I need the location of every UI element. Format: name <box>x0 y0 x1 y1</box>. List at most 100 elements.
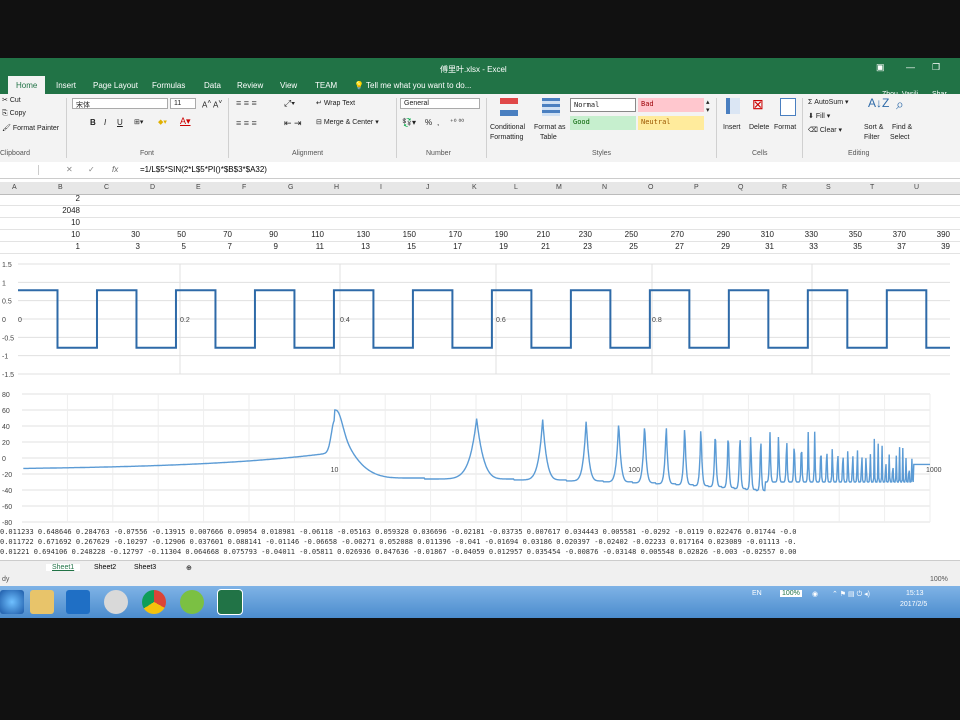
conditional-formatting-icon[interactable] <box>500 98 518 116</box>
bold-button[interactable]: B <box>90 118 96 127</box>
cell-b[interactable]: 2048 <box>60 206 80 215</box>
tell-me-box[interactable]: Tell me what you want to do... <box>366 81 471 90</box>
media-icon[interactable] <box>104 590 128 614</box>
font-name-box[interactable]: 宋体 <box>72 98 168 109</box>
merge-center-button[interactable]: ⊟ Merge & Center ▾ <box>316 118 379 126</box>
column-header-b[interactable]: B <box>58 184 63 191</box>
column-header-e[interactable]: E <box>196 184 201 191</box>
outlook-icon[interactable] <box>66 590 90 614</box>
column-header-n[interactable]: N <box>602 184 607 191</box>
conditional-formatting-label-2[interactable]: Formatting <box>490 134 523 141</box>
grow-font-icon[interactable]: A˄ A˅ <box>202 99 222 110</box>
column-header-g[interactable]: G <box>288 184 293 191</box>
excel-icon[interactable] <box>217 589 243 615</box>
cell-frequency[interactable]: 90 <box>258 230 278 239</box>
column-header-q[interactable]: Q <box>738 184 743 191</box>
data-rows[interactable]: 0.011233 0.648646 0.284763 -0.07556 -0.1… <box>0 528 960 556</box>
cell-frequency[interactable]: 110 <box>304 230 324 239</box>
column-header-r[interactable]: R <box>782 184 787 191</box>
battery-indicator[interactable]: 100% <box>780 590 802 597</box>
cell-harmonic[interactable]: 27 <box>664 242 684 251</box>
orientation-icon[interactable]: ⤢▾ <box>284 98 295 109</box>
column-header-t[interactable]: T <box>870 184 874 191</box>
style-neutral[interactable]: Neutral <box>638 116 704 130</box>
styles-scroll-icon[interactable]: ▴ ▾ <box>706 98 710 114</box>
zoom-level[interactable]: 100% <box>930 576 948 583</box>
cell-frequency[interactable]: 30 <box>120 230 140 239</box>
cell-harmonic[interactable]: 33 <box>798 242 818 251</box>
cell-frequency[interactable]: 190 <box>488 230 508 239</box>
cell-b[interactable]: 1 <box>60 242 80 251</box>
column-header-a[interactable]: A <box>12 184 17 191</box>
column-header-m[interactable]: M <box>556 184 562 191</box>
cell-harmonic[interactable]: 35 <box>842 242 862 251</box>
formula-input[interactable]: =1/L$5*SIN(2*L$5*PI()*$B$3*$A32) <box>140 165 267 174</box>
wifi-icon[interactable]: ◉ <box>812 590 818 598</box>
format-painter-button[interactable]: 🖌 Format Painter <box>2 124 59 132</box>
column-header-u[interactable]: U <box>914 184 919 191</box>
decimal-icon[interactable]: ⁺⁰ ⁰⁰ <box>450 118 464 126</box>
function-icon[interactable]: fx <box>112 165 118 174</box>
column-header-o[interactable]: O <box>648 184 653 191</box>
sheet-tab-1[interactable]: Sheet1 <box>46 564 81 571</box>
cell-harmonic[interactable]: 3 <box>120 242 140 251</box>
indent-icon[interactable]: ⇤ ⇥ <box>284 118 302 129</box>
enter-icon[interactable]: ✓ <box>88 165 95 174</box>
column-header-h[interactable]: H <box>334 184 339 191</box>
cell-frequency[interactable]: 150 <box>396 230 416 239</box>
sheet-tab-2[interactable]: Sheet2 <box>94 564 116 571</box>
cell-harmonic[interactable]: 9 <box>258 242 278 251</box>
cell-frequency[interactable]: 230 <box>572 230 592 239</box>
cut-button[interactable]: ✂ Cut <box>2 96 21 104</box>
data-row[interactable]: 0.01221 0.694106 0.248228 -0.12797 -0.11… <box>0 548 797 556</box>
tray-icons[interactable]: ⌃ ⚑ ▤ ⏻ ◂) <box>832 590 870 599</box>
cell-harmonic[interactable]: 13 <box>350 242 370 251</box>
column-header-j[interactable]: J <box>426 184 430 191</box>
column-header-l[interactable]: L <box>514 184 518 191</box>
fill-button[interactable]: ⬇ Fill ▾ <box>808 112 830 120</box>
sort-filter-label-2[interactable]: Filter <box>864 134 880 141</box>
start-button-icon[interactable] <box>0 590 24 614</box>
chrome-icon[interactable] <box>142 590 166 614</box>
copy-button[interactable]: ⎘ Copy <box>2 110 26 118</box>
autosum-button[interactable]: Σ AutoSum ▾ <box>808 98 849 106</box>
column-header-c[interactable]: C <box>104 184 109 191</box>
clear-button[interactable]: ⌫ Clear ▾ <box>808 126 842 134</box>
cell-harmonic[interactable]: 37 <box>886 242 906 251</box>
tab-review[interactable]: Review <box>237 81 263 90</box>
cell-harmonic[interactable]: 19 <box>488 242 508 251</box>
borders-icon[interactable]: ⊞▾ <box>134 118 143 126</box>
cell-harmonic[interactable]: 11 <box>304 242 324 251</box>
cell-frequency[interactable]: 330 <box>798 230 818 239</box>
top-align-icon[interactable]: ≡ ≡ ≡ <box>236 98 257 108</box>
style-good[interactable]: Good <box>570 116 636 130</box>
italic-button[interactable]: I <box>104 118 106 127</box>
find-select-label-2[interactable]: Select <box>890 134 909 141</box>
cell-frequency[interactable]: 310 <box>754 230 774 239</box>
insert-cells-icon[interactable] <box>726 98 740 114</box>
column-header-p[interactable]: P <box>694 184 699 191</box>
conditional-formatting-label[interactable]: Conditional <box>490 124 525 131</box>
name-box[interactable] <box>2 165 39 175</box>
cell-harmonic[interactable]: 15 <box>396 242 416 251</box>
restore-icon[interactable]: ❐ <box>932 62 940 73</box>
data-row[interactable]: 0.011233 0.648646 0.284763 -0.07556 -0.1… <box>0 528 797 536</box>
format-as-table-icon[interactable] <box>542 98 560 116</box>
square-wave-chart[interactable]: 1.5 1 0.5 0 -0.5 -1 -1.5 0 0.2 0.4 0.6 0.8 <box>0 258 960 382</box>
cell-b[interactable]: 10 <box>60 230 80 239</box>
column-header-d[interactable]: D <box>150 184 155 191</box>
column-header-k[interactable]: K <box>472 184 477 191</box>
cell-grid[interactable]: 2 2048 10 10 1 30 50 70 90 110 130 150 170 190 210 230 2… <box>0 194 960 258</box>
comma-button[interactable]: , <box>437 118 439 127</box>
cell-frequency[interactable]: 290 <box>710 230 730 239</box>
tab-home[interactable]: Home <box>8 76 46 94</box>
cell-harmonic[interactable]: 17 <box>442 242 462 251</box>
cell-frequency[interactable]: 70 <box>212 230 232 239</box>
file-explorer-icon[interactable] <box>30 590 54 614</box>
minimize-icon[interactable]: — <box>906 62 915 72</box>
cell-b[interactable]: 2 <box>60 194 80 203</box>
fill-color-icon[interactable]: ◆▾ <box>158 118 167 126</box>
cell-frequency[interactable]: 370 <box>886 230 906 239</box>
tab-page-layout[interactable]: Page Layout <box>93 81 138 90</box>
format-cells-label[interactable]: Format <box>774 124 796 131</box>
